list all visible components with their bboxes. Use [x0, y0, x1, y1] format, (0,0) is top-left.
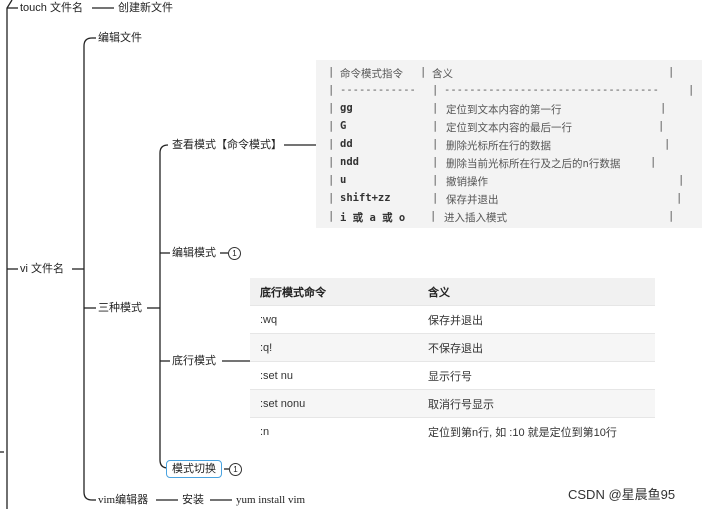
table-cell-desc: 取消行号显示 [418, 389, 655, 418]
command-separator-right: ---------------------------------- [444, 84, 659, 96]
table-cell-cmd: :set nu [250, 361, 418, 390]
command-desc: 进入插入模式 [444, 212, 507, 224]
node-vim-editor[interactable]: vim编辑器 [98, 493, 148, 507]
table-row: :set nonu 取消行号显示 [250, 389, 655, 418]
table-cell-desc: 不保存退出 [418, 333, 655, 362]
command-cmd: u [340, 174, 347, 186]
command-cmd: G [340, 120, 347, 132]
table-cell-desc: 显示行号 [418, 361, 655, 390]
command-header-cmd: 命令模式指令 [340, 68, 403, 80]
node-touch-cmd[interactable]: touch 文件名 [20, 1, 83, 15]
connector-vi-branch [83, 37, 93, 501]
node-install-cmd[interactable]: yum install vim [236, 493, 305, 507]
node-mode-switch[interactable]: 模式切换 [166, 460, 222, 478]
command-cmd: i 或 a 或 o [340, 212, 406, 224]
node-edit-file[interactable]: 编辑文件 [98, 31, 142, 45]
table-cell-cmd: :q! [250, 333, 418, 362]
node-bottom-mode[interactable]: 底行模式 [172, 354, 216, 368]
command-cmd: gg [340, 102, 353, 114]
connector-root [6, 0, 13, 509]
command-desc: 删除当前光标所在行及之后的n行数据 [446, 158, 621, 170]
command-desc: 定位到文本内容的最后一行 [446, 122, 572, 134]
node-view-mode[interactable]: 查看模式【命令模式】 [172, 138, 282, 152]
table-cell-cmd: :set nonu [250, 389, 418, 418]
table-header-row: 底行模式命令 含义 [250, 278, 655, 306]
table-row: :q! 不保存退出 [250, 333, 655, 362]
table-cell-desc: 定位到第n行, 如 :10 就是定位到第10行 [418, 417, 655, 445]
mode-switch-count-badge[interactable]: 1 [229, 463, 242, 476]
table-cell-desc: 保存并退出 [418, 305, 655, 334]
node-install[interactable]: 安装 [182, 493, 204, 507]
csdn-watermark: CSDN @星晨鱼95 [568, 487, 676, 502]
command-header-desc: 含义 [432, 68, 453, 80]
bottom-mode-table: 底行模式命令 含义 :wq 保存并退出 :q! 不保存退出 :set nu 显示… [250, 278, 655, 445]
command-desc: 定位到文本内容的第一行 [446, 104, 562, 116]
command-cmd: shift+zz [340, 192, 391, 204]
edit-mode-count-badge[interactable]: 1 [228, 247, 241, 260]
node-three-modes[interactable]: 三种模式 [98, 301, 142, 315]
command-desc: 删除光标所在行的数据 [446, 140, 551, 152]
connector-modes-branch [159, 144, 169, 469]
table-cell-cmd: :n [250, 417, 418, 445]
node-touch-desc[interactable]: 创建新文件 [118, 1, 173, 15]
table-header-cmd: 底行模式命令 [250, 278, 418, 306]
table-row: :wq 保存并退出 [250, 305, 655, 334]
command-desc: 撤销操作 [446, 176, 488, 188]
node-edit-mode[interactable]: 编辑模式 [172, 246, 216, 260]
command-cmd: dd [340, 138, 353, 150]
command-cmd: ndd [340, 156, 359, 168]
command-separator-left: ------------ [340, 84, 416, 96]
table-row: :n 定位到第n行, 如 :10 就是定位到第10行 [250, 417, 655, 445]
table-cell-cmd: :wq [250, 305, 418, 334]
table-header-desc: 含义 [418, 278, 655, 306]
table-row: :set nu 显示行号 [250, 361, 655, 390]
node-vi-cmd[interactable]: vi 文件名 [20, 262, 64, 276]
command-desc: 保存并退出 [446, 194, 499, 206]
command-mode-table: | 命令模式指令 | 含义 | | ------------ | --------------… [316, 60, 702, 228]
